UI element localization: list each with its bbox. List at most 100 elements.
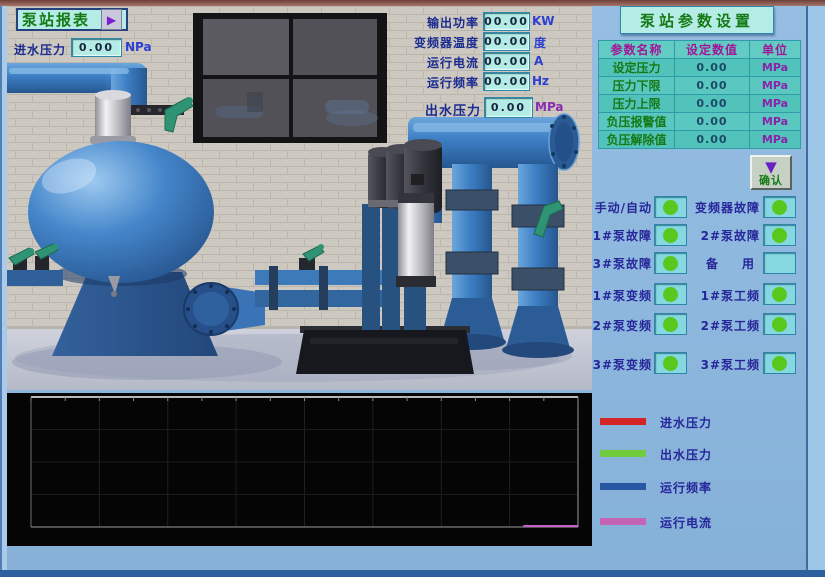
bottom-border — [0, 570, 825, 577]
settings-panel-title: 泵站参数设置 — [620, 6, 774, 34]
status-indicator-pump1-fault — [654, 224, 687, 246]
tank-chrome-vent — [90, 90, 136, 144]
status-label-pump1-fault: 1#泵故障 — [582, 227, 652, 244]
legend-swatch-run-frequency — [600, 483, 646, 490]
status-label-spare: 备 用 — [688, 255, 760, 272]
run-frequency-value-text: 00.00 — [484, 75, 529, 88]
param-value-field[interactable]: 0.00 — [675, 113, 750, 131]
status-indicator-pump3-vfd — [654, 352, 687, 374]
legend-label-inlet-pressure: 进水压力 — [660, 414, 712, 431]
output-power-unit: KW — [532, 14, 555, 28]
settings-row: 压力上限 0.00 MPa — [599, 95, 801, 113]
status-indicator-pump3-mains — [763, 352, 796, 374]
outlet-pressure-value: 0.00 — [484, 97, 533, 118]
settings-row: 设定压力 0.00 MPa — [599, 59, 801, 77]
status-led — [772, 228, 787, 243]
status-indicator-pump2-vfd — [654, 313, 687, 335]
run-current-label: 运行电流 — [404, 54, 479, 71]
param-value-field[interactable]: 0.00 — [675, 77, 750, 95]
run-current-value-text: 00.00 — [484, 55, 529, 68]
status-led — [772, 256, 787, 271]
report-button[interactable]: 泵站报表 ▶ — [16, 8, 128, 31]
top-border-strip — [0, 0, 825, 6]
status-label-inverter-fault: 变频器故障 — [688, 199, 760, 216]
inlet-pressure-value: 0.00 — [71, 38, 122, 57]
settings-table: 参数名称 设定数值 单位 设定压力 0.00 MPa 压力下限 0.00 MPa… — [598, 40, 801, 149]
param-name: 压力上限 — [599, 95, 675, 113]
param-unit: MPa — [750, 131, 801, 149]
pump-station-hmi-screen: 泵站报表 ▶ 进水压力 0.00 NPa 输出功率 00.00 KW 变频器温度… — [0, 0, 825, 577]
inverter-temp-label: 变频器温度 — [404, 34, 479, 51]
legend-label-run-frequency: 运行频率 — [660, 479, 712, 496]
legend-swatch-inlet-pressure — [600, 418, 646, 425]
status-indicator-spare — [763, 252, 796, 274]
status-label-pump2-mains: 2#泵工频 — [688, 317, 760, 334]
status-indicator-inverter-fault — [763, 196, 796, 218]
status-label-pump2-vfd: 2#泵变频 — [582, 317, 652, 334]
confirm-button-label: 确认 — [759, 175, 783, 186]
status-led — [663, 317, 678, 332]
settings-row: 负压解除值 0.00 MPa — [599, 131, 801, 149]
status-led — [772, 287, 787, 302]
inverter-temp-value-text: 00.00 — [484, 35, 529, 48]
status-label-pump3-vfd: 3#泵变频 — [582, 356, 652, 373]
param-name: 负压报警值 — [599, 113, 675, 131]
status-indicator-pump1-mains — [763, 283, 796, 305]
param-value-field[interactable]: 0.00 — [675, 59, 750, 77]
status-label-pump3-fault: 3#泵故障 — [582, 255, 652, 272]
param-unit: MPa — [750, 59, 801, 77]
confirm-down-triangle-icon: ▼ — [765, 160, 777, 175]
run-current-value: 00.00 — [483, 52, 530, 71]
report-button-label: 泵站报表 — [22, 9, 90, 30]
outlet-pressure-unit: MPa — [535, 100, 564, 114]
settings-row: 负压报警值 0.00 MPa — [599, 113, 801, 131]
outlet-pressure-label: 出水压力 — [406, 100, 481, 119]
output-power-label: 输出功率 — [404, 14, 479, 31]
param-name: 负压解除值 — [599, 131, 675, 149]
legend-swatch-run-current — [600, 518, 646, 525]
left-border — [0, 6, 7, 570]
param-value-field[interactable]: 0.00 — [675, 131, 750, 149]
status-indicator-pump2-fault — [763, 224, 796, 246]
settings-row: 压力下限 0.00 MPa — [599, 77, 801, 95]
right-border — [806, 6, 825, 570]
status-label-pump1-mains: 1#泵工频 — [688, 287, 760, 304]
col-param-name: 参数名称 — [599, 41, 675, 59]
param-unit: MPa — [750, 95, 801, 113]
pump-skid-base — [296, 326, 474, 374]
output-power-value: 00.00 — [483, 12, 530, 31]
run-current-unit: A — [534, 54, 543, 68]
inlet-pressure-label: 进水压力 — [14, 41, 66, 58]
status-indicator-pump2-mains — [763, 313, 796, 335]
status-indicator-pump3-fault — [654, 252, 687, 274]
col-set-value: 设定数值 — [675, 41, 750, 59]
play-icon[interactable]: ▶ — [101, 9, 122, 30]
param-name: 设定压力 — [599, 59, 675, 77]
param-value-field[interactable]: 0.00 — [675, 95, 750, 113]
status-led — [772, 200, 787, 215]
param-unit: MPa — [750, 77, 801, 95]
status-led — [663, 228, 678, 243]
legend-swatch-outlet-pressure — [600, 450, 646, 457]
pump-chrome-can — [396, 193, 436, 287]
status-indicator-manual-auto — [654, 196, 687, 218]
status-indicator-pump1-vfd — [654, 283, 687, 305]
run-frequency-value: 00.00 — [483, 72, 530, 91]
status-led — [772, 356, 787, 371]
legend-label-run-current: 运行电流 — [660, 514, 712, 531]
trend-chart — [7, 393, 592, 546]
legend-label-outlet-pressure: 出水压力 — [660, 446, 712, 463]
status-label-manual-auto: 手动/自动 — [582, 199, 652, 216]
riser-pipe-1 — [438, 164, 506, 350]
inverter-temp-unit: 度 — [534, 34, 546, 51]
param-unit: MPa — [750, 113, 801, 131]
status-led — [663, 356, 678, 371]
confirm-button[interactable]: ▼ 确认 — [750, 155, 792, 190]
trend-chart-svg — [7, 393, 592, 546]
status-label-pump2-fault: 2#泵故障 — [688, 227, 760, 244]
status-label-pump3-mains: 3#泵工频 — [688, 356, 760, 373]
status-led — [663, 200, 678, 215]
status-led — [663, 256, 678, 271]
col-unit: 单位 — [750, 41, 801, 59]
settings-table-header: 参数名称 设定数值 单位 — [599, 41, 801, 59]
